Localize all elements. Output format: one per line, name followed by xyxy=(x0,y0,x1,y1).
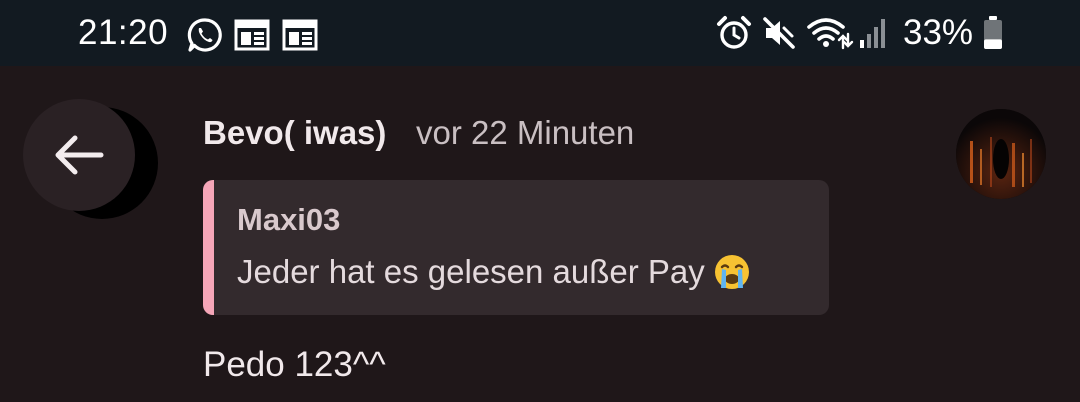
status-time: 21:20 xyxy=(78,13,169,52)
signal-icon xyxy=(858,16,890,55)
loudly-crying-face-icon xyxy=(713,253,751,299)
quote-text: Jeder hat es gelesen außer Pay xyxy=(237,253,705,290)
calendar-icon xyxy=(234,19,270,56)
back-button[interactable] xyxy=(23,99,135,211)
arrow-left-icon xyxy=(55,135,104,175)
whatsapp-icon xyxy=(186,16,224,59)
battery-icon xyxy=(982,15,1004,56)
quote-text-line: Jeder hat es gelesen außer Pay xyxy=(237,253,751,299)
quoted-message[interactable]: Maxi03 Jeder hat es gelesen außer Pay xyxy=(203,180,829,315)
status-bar: 21:20 33% xyxy=(0,0,1080,66)
quote-author: Maxi03 xyxy=(237,202,341,237)
alarm-icon xyxy=(716,15,752,56)
mute-icon xyxy=(762,16,796,55)
quote-accent-bar xyxy=(203,180,214,315)
sender-name[interactable]: Bevo( iwas) xyxy=(203,114,386,152)
calendar-icon xyxy=(282,19,318,56)
message-body: Pedo 123^^ xyxy=(203,345,386,384)
post-view: Bevo( iwas) vor 22 Minuten Maxi03 Jeder … xyxy=(0,66,1080,402)
wifi-icon xyxy=(806,16,854,55)
avatar[interactable] xyxy=(956,109,1046,199)
battery-fill xyxy=(984,39,1002,49)
battery-percent: 33% xyxy=(903,13,974,52)
post-timestamp: vor 22 Minuten xyxy=(416,114,635,151)
